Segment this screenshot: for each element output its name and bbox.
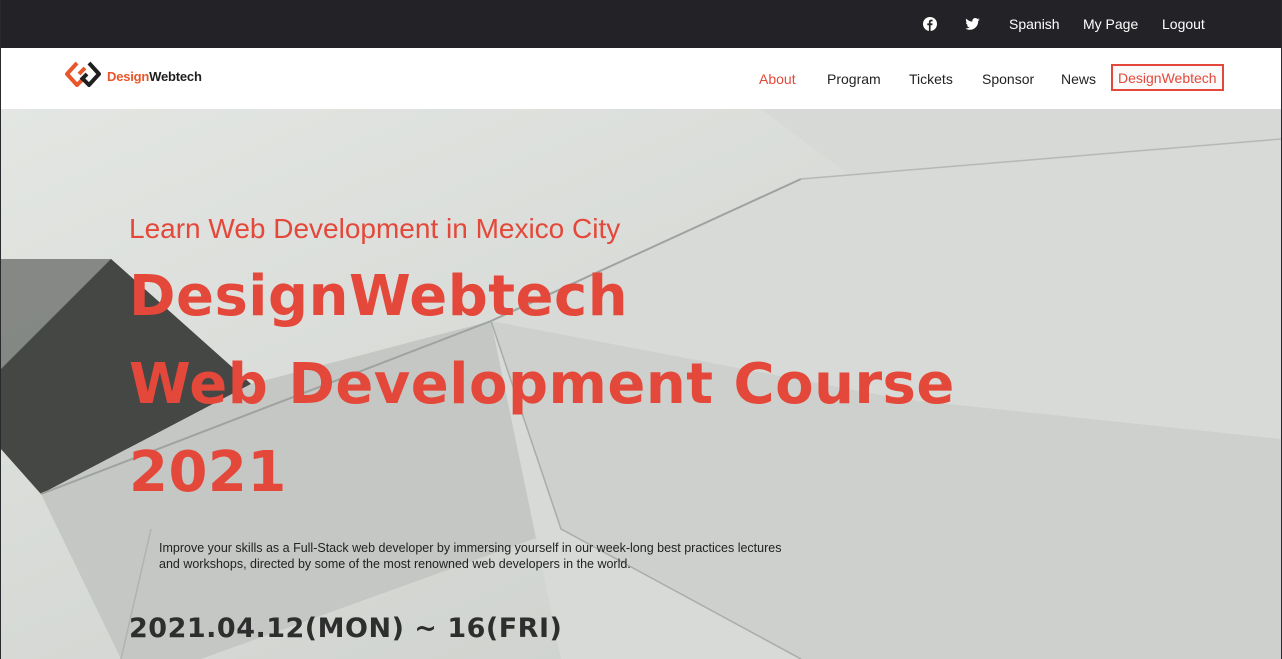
logout-link[interactable]: Logout — [1162, 0, 1205, 48]
event-date: 2021.04.12(MON) ~ 16(FRI) — [129, 613, 563, 644]
facebook-link[interactable] — [923, 0, 937, 48]
nav-item-tickets[interactable]: Tickets — [909, 48, 953, 109]
nav-item-program[interactable]: Program — [827, 48, 881, 109]
hero-description: Improve your skills as a Full-Stack web … — [159, 541, 782, 571]
main-navbar: DesignWebtech About Program Tickets Spon… — [1, 48, 1281, 110]
top-utility-bar: Spanish My Page Logout — [1, 0, 1281, 48]
hero-section: Learn Web Development in Mexico City Des… — [1, 109, 1281, 659]
logo-text-design: Design — [107, 68, 150, 84]
hero-title-line-3: 2021 — [129, 440, 287, 505]
nav-item-sponsor[interactable]: Sponsor — [982, 48, 1034, 109]
logo-text-webtech: Webtech — [149, 68, 202, 84]
nav-item-about[interactable]: About — [759, 48, 796, 109]
facebook-icon — [923, 17, 937, 31]
twitter-icon — [965, 18, 980, 30]
nav-item-designwebtech[interactable]: DesignWebtech — [1111, 64, 1224, 91]
hero-subtitle: Learn Web Development in Mexico City — [129, 213, 621, 244]
my-page-link[interactable]: My Page — [1083, 0, 1138, 48]
hero-title-line-1: DesignWebtech — [129, 264, 629, 329]
nav-item-news[interactable]: News — [1061, 48, 1096, 109]
logo-mark-icon — [65, 60, 101, 93]
browser-viewport: Spanish My Page Logout DesignWebtech Abo… — [1, 0, 1281, 659]
hero-title-line-2: Web Development Course — [129, 352, 955, 417]
logo-text: DesignWebtech — [107, 69, 202, 84]
twitter-link[interactable] — [965, 0, 980, 48]
language-link[interactable]: Spanish — [1009, 0, 1060, 48]
hero-title: DesignWebtech Web Development Course 202… — [129, 253, 955, 517]
site-logo[interactable]: DesignWebtech — [65, 60, 202, 93]
